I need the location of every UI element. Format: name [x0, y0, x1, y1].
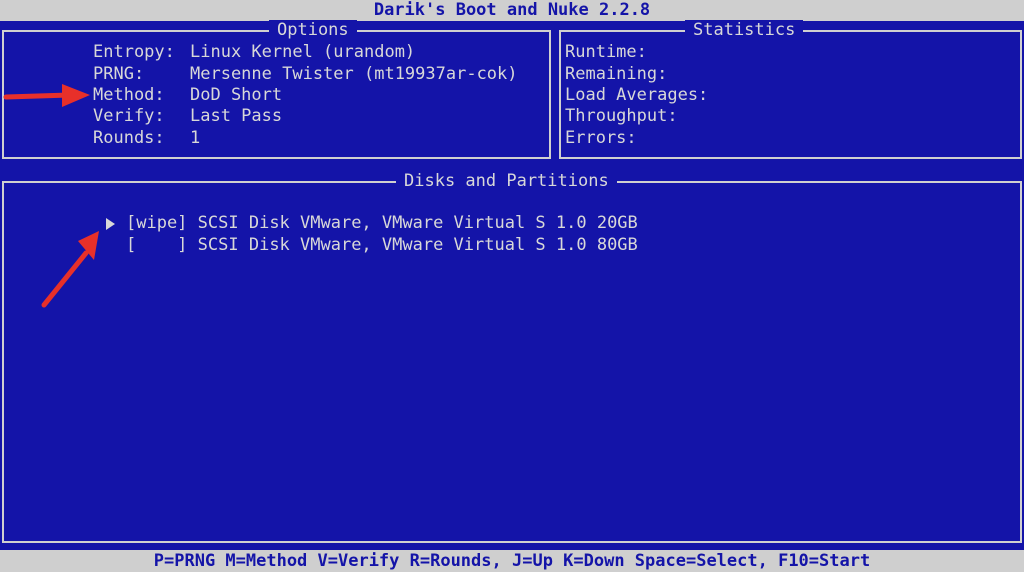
- stat-throughput-label: Throughput:: [565, 106, 678, 126]
- option-label-verify: Verify:: [93, 106, 165, 126]
- disk-marker: [ ]: [126, 235, 188, 255]
- app-title: Darik's Boot and Nuke 2.2.8: [373, 0, 651, 20]
- statistics-panel-title: Statistics: [685, 20, 804, 40]
- option-label-rounds: Rounds:: [93, 128, 165, 148]
- statistics-panel: Statistics Runtime: Remaining: Load Aver…: [559, 20, 1022, 159]
- disk-name: SCSI Disk VMware, VMware Virtual S 1.0 8…: [197, 235, 638, 255]
- red-arrow-icon: [41, 231, 99, 308]
- app-title-bar: Darik's Boot and Nuke 2.2.8: [0, 0, 1024, 21]
- red-arrow-icon: [3, 84, 90, 107]
- stat-remaining-label: Remaining:: [565, 64, 668, 84]
- disks-panel: Disks and Partitions [wipe] SCSI Disk VM…: [2, 171, 1022, 543]
- disk-item-0[interactable]: [wipe] SCSI Disk VMware, VMware Virtual …: [126, 213, 638, 234]
- option-value-prng: Mersenne Twister (mt19937ar-cok): [190, 64, 518, 84]
- option-value-verify: Last Pass: [190, 106, 283, 126]
- stat-errors-label: Errors:: [565, 128, 637, 148]
- option-value-entropy: Linux Kernel (urandom): [190, 42, 416, 62]
- option-label-prng: PRNG:: [93, 64, 145, 84]
- stat-load-averages-label: Load Averages:: [565, 85, 709, 105]
- disk-name: SCSI Disk VMware, VMware Virtual S 1.0 2…: [197, 213, 638, 233]
- option-value-method: DoD Short: [190, 85, 283, 105]
- help-text: P=PRNG M=Method V=Verify R=Rounds, J=Up …: [153, 551, 871, 571]
- help-bar: P=PRNG M=Method V=Verify R=Rounds, J=Up …: [0, 550, 1024, 572]
- disks-panel-title: Disks and Partitions: [396, 171, 617, 191]
- option-value-rounds: 1: [190, 128, 201, 148]
- disk-item-1[interactable]: [ ] SCSI Disk VMware, VMware Virtual S 1…: [126, 235, 638, 256]
- option-label-method: Method:: [93, 85, 165, 105]
- options-panel-title: Options: [269, 20, 357, 40]
- option-label-entropy: Entropy:: [93, 42, 175, 62]
- stat-runtime-label: Runtime:: [565, 42, 647, 62]
- disk-marker: [wipe]: [126, 213, 188, 233]
